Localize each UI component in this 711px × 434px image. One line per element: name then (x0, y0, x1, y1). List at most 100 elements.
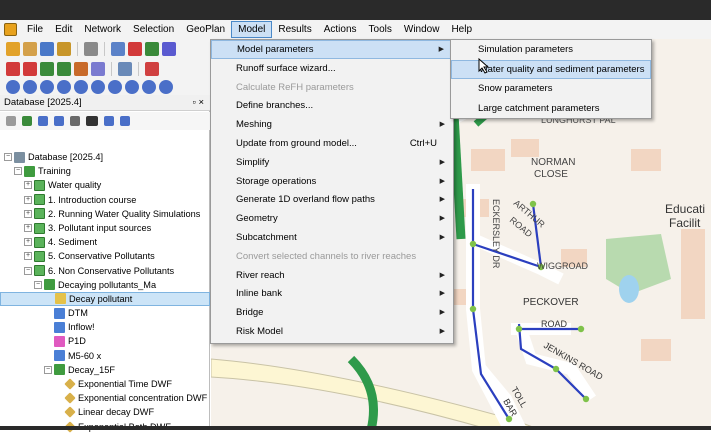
tree-item[interactable]: + Water quality (0, 178, 210, 192)
tree-item[interactable]: +4. Sediment (0, 235, 210, 249)
node[interactable] (469, 240, 477, 248)
run-icon-9[interactable] (142, 80, 156, 94)
tree-item[interactable]: +2. Running Water Quality Simulations (0, 207, 210, 221)
expand-icon[interactable]: + (24, 181, 32, 190)
tree-item[interactable]: − 6. Non Conservative Pollutants (0, 264, 210, 278)
run-icon-7[interactable] (108, 80, 122, 94)
check-icon[interactable] (6, 62, 20, 76)
collapse-icon[interactable]: − (44, 365, 52, 374)
menu-actions[interactable]: Actions (318, 21, 363, 38)
grid-icon[interactable] (111, 42, 125, 56)
menu-geoplan[interactable]: GeoPlan (180, 21, 231, 38)
menu-model[interactable]: Model (231, 21, 273, 38)
model-menu-item[interactable]: Simplify ▶ (211, 153, 453, 172)
close-icon[interactable] (145, 62, 159, 76)
window-icon[interactable] (162, 42, 176, 56)
model-menu-item[interactable]: Bridge ▶ (211, 303, 453, 322)
menu-results[interactable]: Results (272, 21, 317, 38)
node[interactable] (552, 365, 560, 373)
tree-item[interactable]: − Decay_15F (0, 363, 210, 377)
node[interactable] (577, 325, 585, 333)
layers-icon[interactable] (145, 42, 159, 56)
model-menu-item[interactable]: Geometry ▶ (211, 209, 453, 228)
node-icon[interactable] (74, 62, 88, 76)
menu-edit[interactable]: Edit (49, 21, 78, 38)
expand-icon[interactable]: + (24, 195, 32, 204)
model-menu-item[interactable]: Meshing ▶ (211, 115, 453, 134)
model-menu-item[interactable]: Update from ground model... Ctrl+U (211, 134, 453, 153)
tree-item[interactable]: Linear decay DWF (0, 405, 210, 419)
node[interactable] (582, 395, 590, 403)
tree-item[interactable]: Inflow! (0, 320, 210, 334)
save-icon[interactable] (40, 42, 54, 56)
menu-window[interactable]: Window (398, 21, 446, 38)
tree-item[interactable]: DTM (0, 306, 210, 320)
expand-icon[interactable]: + (24, 209, 32, 218)
open-icon[interactable] (23, 42, 37, 56)
tree-item[interactable]: − Training (0, 164, 210, 178)
submenu-item[interactable]: Snow parameters (451, 79, 651, 98)
run-icon-8[interactable] (125, 80, 139, 94)
link-icon[interactable] (40, 62, 54, 76)
binoculars-icon[interactable] (86, 116, 98, 126)
collapse-icon[interactable]: − (14, 167, 22, 176)
tree-item[interactable]: Exponential Time DWF (0, 377, 210, 391)
new-icon[interactable] (6, 42, 20, 56)
tree-item[interactable]: M5-60 x (0, 349, 210, 363)
model-menu-item[interactable]: Model parameters ▶ (211, 40, 453, 59)
sort-icon[interactable] (70, 116, 80, 126)
model-menu-item[interactable]: Subcatchment ▶ (211, 228, 453, 247)
tree-item[interactable]: +3. Pollutant input sources (0, 221, 210, 235)
branch-icon[interactable] (57, 62, 71, 76)
tree-item[interactable]: +1. Introduction course (0, 193, 210, 207)
model-menu-item[interactable]: Storage operations ▶ (211, 172, 453, 191)
refresh-icon[interactable] (22, 116, 32, 126)
edit-icon[interactable] (91, 62, 105, 76)
panel-close-icon[interactable]: ▫ × (192, 95, 204, 110)
run-icon-1[interactable] (6, 80, 20, 94)
table-icon[interactable] (54, 116, 64, 126)
collapse-icon[interactable]: − (24, 266, 32, 275)
run-icon-5[interactable] (74, 80, 88, 94)
run-icon-10[interactable] (159, 80, 173, 94)
menu-help[interactable]: Help (445, 21, 478, 38)
tree-item[interactable]: − Decaying pollutants_Ma (0, 278, 210, 292)
model-menu-item[interactable]: River reach ▶ (211, 266, 453, 285)
menu-file[interactable]: File (21, 21, 49, 38)
flag-icon[interactable] (128, 42, 142, 56)
node[interactable] (515, 325, 523, 333)
node[interactable] (529, 200, 537, 208)
node[interactable] (469, 305, 477, 313)
model-menu-item[interactable]: Define branches... (211, 96, 453, 115)
tree-item[interactable]: P1D (0, 334, 210, 348)
expand-icon[interactable]: + (24, 252, 32, 261)
grid-icon[interactable] (38, 116, 48, 126)
menu-selection[interactable]: Selection (127, 21, 180, 38)
submenu-item[interactable]: Large catchment parameters (451, 99, 651, 118)
expand-icon[interactable]: + (24, 224, 32, 233)
wand-icon[interactable] (23, 62, 37, 76)
collapse-icon[interactable]: − (4, 153, 12, 162)
run-icon-6[interactable] (91, 80, 105, 94)
model-menu-item[interactable]: Risk Model ▶ (211, 322, 453, 341)
menu-network[interactable]: Network (78, 21, 127, 38)
tree-item[interactable]: +5. Conservative Pollutants (0, 249, 210, 263)
filter-icon[interactable] (120, 116, 130, 126)
tree-item[interactable]: Exponential concentration DWF (0, 391, 210, 405)
model-menu-item[interactable]: Runoff surface wizard... (211, 59, 453, 78)
up-icon[interactable] (6, 116, 16, 126)
folder-icon[interactable] (57, 42, 71, 56)
window-icon[interactable] (104, 116, 114, 126)
print-icon[interactable] (84, 42, 98, 56)
model-menu-item[interactable]: Inline bank ▶ (211, 284, 453, 303)
menu-tools[interactable]: Tools (363, 21, 398, 38)
run-icon-2[interactable] (23, 80, 37, 94)
run-icon-4[interactable] (57, 80, 71, 94)
submenu-item[interactable]: Simulation parameters (451, 40, 651, 59)
model-menu-item[interactable]: Generate 1D overland flow paths ▶ (211, 190, 453, 209)
collapse-icon[interactable]: − (34, 280, 42, 289)
tree-item[interactable]: Decay pollutant (0, 291, 210, 307)
run-icon-3[interactable] (40, 80, 54, 94)
people-icon[interactable] (118, 62, 132, 76)
expand-icon[interactable]: + (24, 238, 32, 247)
